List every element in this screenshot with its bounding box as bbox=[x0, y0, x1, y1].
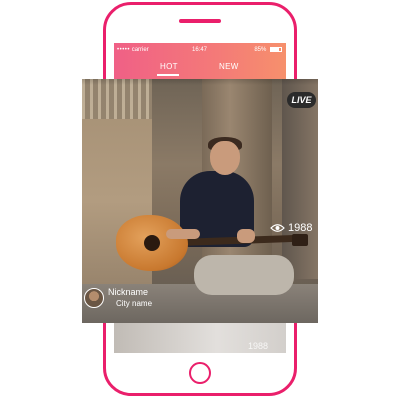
guitar-soundhole bbox=[144, 235, 160, 251]
viewer-count-value: 1988 bbox=[288, 222, 313, 234]
app-header: ••••• carrier 16:47 85% HOT NEW bbox=[114, 43, 286, 79]
streamer-city: City name bbox=[116, 299, 153, 308]
status-carrier: ••••• carrier bbox=[117, 45, 149, 55]
photo-pillar-right bbox=[282, 79, 318, 279]
carrier-label: carrier bbox=[131, 47, 149, 53]
signal-icon: ••••• bbox=[117, 47, 131, 53]
tab-hot[interactable]: HOT bbox=[160, 62, 178, 71]
live-badge: LIVE bbox=[287, 92, 316, 108]
photo-window bbox=[82, 79, 152, 119]
status-battery: 85% bbox=[254, 45, 282, 55]
phone-speaker bbox=[179, 19, 221, 23]
streamer-nickname: Nickname bbox=[108, 287, 149, 297]
home-button[interactable] bbox=[189, 362, 211, 384]
guitar-headstock bbox=[292, 234, 308, 246]
status-bar: ••••• carrier 16:47 85% bbox=[114, 45, 286, 55]
battery-percent: 85% bbox=[254, 47, 267, 53]
musician-legs bbox=[194, 255, 294, 295]
battery-icon bbox=[270, 46, 282, 52]
musician-hand bbox=[237, 229, 255, 243]
card-shadow bbox=[82, 79, 318, 85]
musician-head bbox=[210, 141, 240, 175]
tab-new[interactable]: NEW bbox=[219, 62, 239, 71]
status-time: 16:47 bbox=[192, 47, 208, 53]
active-tab-indicator bbox=[157, 74, 179, 76]
eye-icon bbox=[270, 223, 285, 237]
next-stream-viewers: 1988 bbox=[248, 341, 269, 351]
musician-arm bbox=[166, 229, 200, 239]
viewer-count: 1988 bbox=[270, 221, 312, 235]
avatar[interactable] bbox=[84, 288, 104, 308]
